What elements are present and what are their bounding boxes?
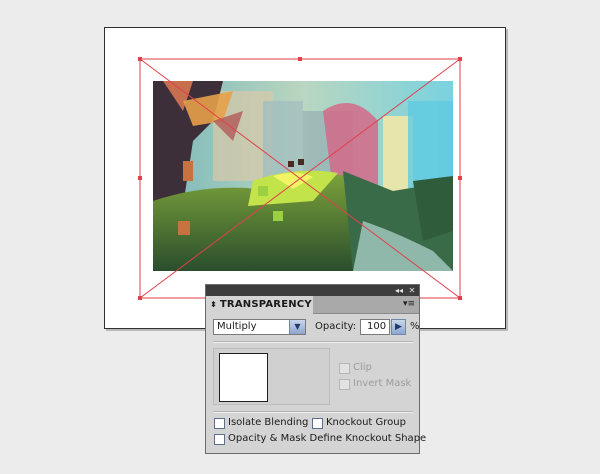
blend-mode-select[interactable]: Multiply ▼: [213, 319, 306, 335]
close-icon[interactable]: ✕: [406, 285, 418, 296]
panel-titlebar[interactable]: ◂◂ ✕: [206, 285, 419, 296]
collapse-icon[interactable]: ◂◂: [393, 285, 405, 296]
blend-opacity-row: Multiply ▼ Opacity: 100 ▶ %: [213, 319, 420, 336]
opacity-slider-button[interactable]: ▶: [391, 319, 406, 335]
opacity-label: Opacity:: [315, 321, 357, 332]
panel-menu-icon[interactable]: ▾≡: [403, 299, 415, 309]
thumbnail-area: [213, 348, 330, 405]
tab-toggle-icon[interactable]: ⬍: [210, 300, 217, 309]
invert-mask-checkbox[interactable]: [339, 379, 350, 390]
panel-title: TRANSPARENCY: [219, 299, 312, 310]
isolate-blending-checkbox[interactable]: [214, 418, 225, 429]
invert-mask-label: Invert Mask: [353, 378, 412, 389]
blend-mode-value: Multiply: [217, 321, 257, 332]
knockout-group-checkbox[interactable]: [312, 418, 323, 429]
divider: [213, 341, 413, 343]
isolate-blending-label: Isolate Blending: [228, 417, 309, 428]
opacity-mask-label: Opacity & Mask Define Knockout Shape: [228, 433, 427, 444]
object-thumbnail[interactable]: [219, 353, 268, 402]
transparency-panel: ◂◂ ✕ ⬍ TRANSPARENCY ▾≡ Multiply ▼ Opacity…: [205, 284, 426, 454]
clip-checkbox[interactable]: [339, 363, 350, 374]
knockout-group-label: Knockout Group: [326, 417, 406, 428]
opacity-input[interactable]: 100: [360, 319, 390, 335]
opacity-unit: %: [410, 321, 420, 332]
opacity-mask-checkbox[interactable]: [214, 434, 225, 445]
chevron-down-icon[interactable]: ▼: [289, 320, 305, 334]
panel-tab-strip: ⬍ TRANSPARENCY ▾≡: [206, 296, 419, 314]
tab-transparency[interactable]: ⬍ TRANSPARENCY: [206, 296, 313, 314]
divider: [213, 411, 413, 413]
clip-label: Clip: [353, 362, 372, 373]
